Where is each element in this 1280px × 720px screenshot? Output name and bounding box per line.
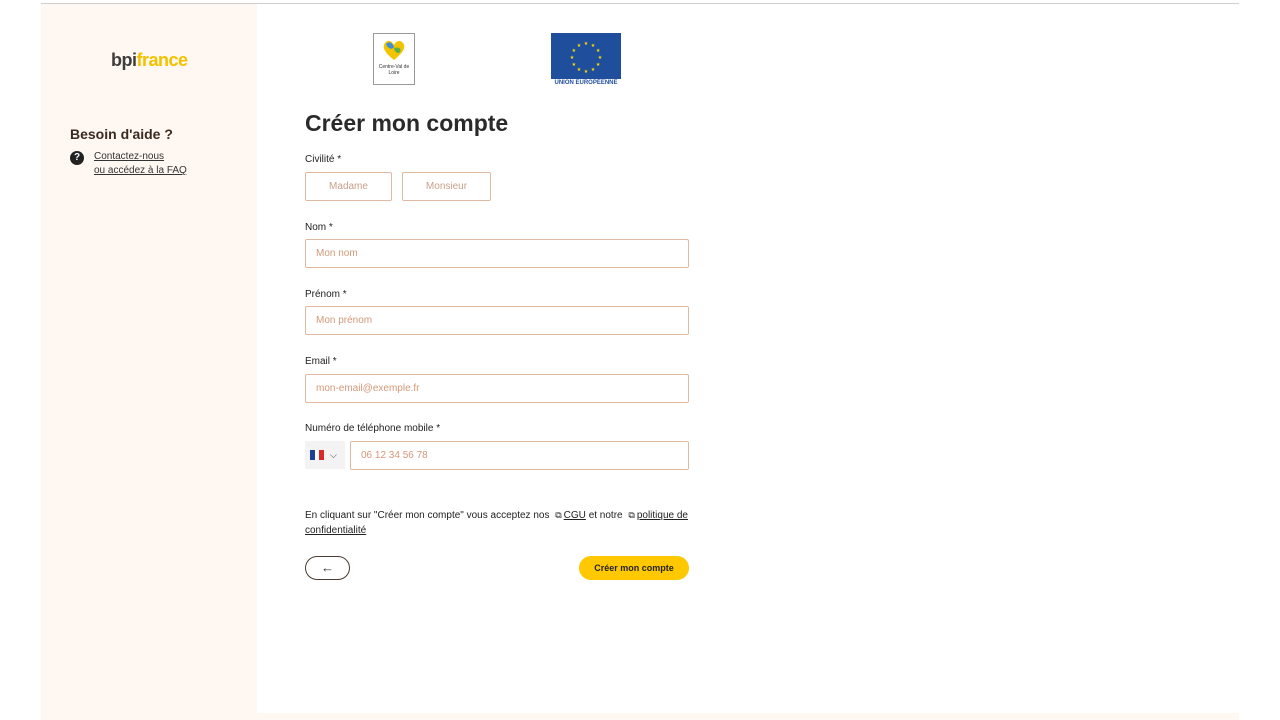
- nom-label: Nom *: [305, 222, 333, 233]
- eu-star-icon: ★: [577, 67, 582, 73]
- cgu-link[interactable]: CGU: [564, 510, 586, 521]
- back-button[interactable]: ←: [305, 556, 350, 580]
- country-code-select[interactable]: ⌵: [305, 441, 345, 469]
- phone-label: Numéro de téléphone mobile *: [305, 423, 441, 434]
- nom-input[interactable]: [305, 239, 689, 268]
- eu-star-icon: ★: [577, 43, 582, 49]
- contact-link[interactable]: Contactez-nous: [94, 151, 164, 162]
- email-input[interactable]: [305, 374, 689, 403]
- civility-label: Civilité *: [305, 154, 342, 165]
- eu-star-icon: ★: [570, 55, 575, 61]
- terms-text: En cliquant sur "Créer mon compte" vous …: [305, 510, 688, 536]
- eu-star-icon: ★: [572, 48, 577, 54]
- external-link-icon: ⧉: [628, 510, 635, 520]
- region-centre-val-de-loire-logo: Centre-Val de Loire: [373, 33, 415, 85]
- eu-star-icon: ★: [598, 55, 603, 61]
- footer-strip: [257, 713, 1239, 720]
- faq-link[interactable]: ou accédez à la FAQ: [94, 165, 187, 176]
- prenom-input[interactable]: [305, 306, 689, 335]
- eu-star-icon: ★: [584, 69, 589, 75]
- arrow-left-icon: ←: [321, 560, 334, 575]
- prenom-label: Prénom *: [305, 289, 347, 300]
- help-title: Besoin d'aide ?: [70, 126, 173, 142]
- eu-logo-text: UNION EUROPÉENNE: [554, 80, 618, 86]
- eu-star-icon: ★: [596, 62, 601, 68]
- bpifrance-logo[interactable]: bpifrance: [111, 50, 188, 71]
- question-circle-icon: ?: [70, 151, 84, 165]
- civility-madame-button[interactable]: Madame: [305, 172, 392, 201]
- sidebar: bpifrance Besoin d'aide ? ? Contactez-no…: [41, 4, 257, 720]
- france-flag-icon: [310, 450, 325, 460]
- email-label: Email *: [305, 356, 337, 367]
- eu-star-icon: ★: [584, 41, 589, 47]
- external-link-icon: ⧉: [555, 510, 562, 520]
- create-account-button[interactable]: Créer mon compte: [579, 556, 689, 580]
- phone-input[interactable]: [350, 441, 689, 470]
- civility-monsieur-button[interactable]: Monsieur: [402, 172, 491, 201]
- eu-star-icon: ★: [596, 48, 601, 54]
- eu-flag-logo: ★ ★ ★ ★ ★ ★ ★ ★ ★ ★ ★ ★: [551, 33, 621, 79]
- eu-star-icon: ★: [572, 62, 577, 68]
- eu-star-icon: ★: [591, 67, 596, 73]
- chevron-down-icon: ⌵: [330, 449, 337, 460]
- page-title: Créer mon compte: [305, 110, 509, 136]
- region-logo-text: Centre-Val de Loire: [378, 64, 410, 76]
